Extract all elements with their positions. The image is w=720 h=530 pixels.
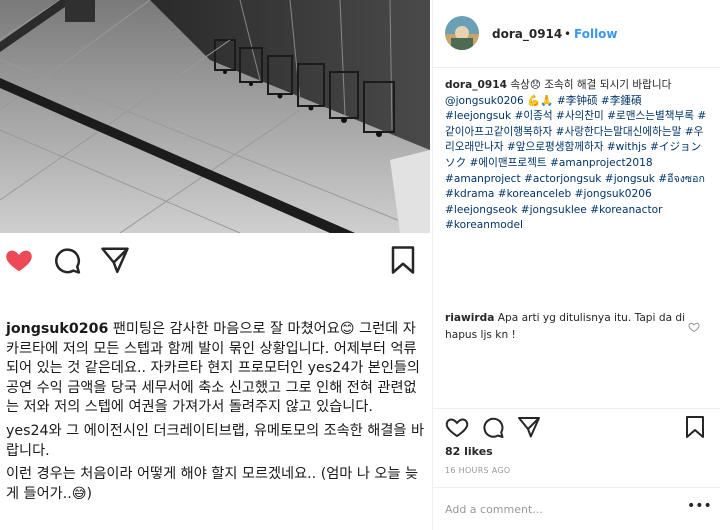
add-comment-input[interactable] bbox=[445, 500, 645, 518]
post-action-bar bbox=[0, 245, 430, 279]
post-photo[interactable] bbox=[0, 0, 430, 233]
follow-button[interactable]: Follow bbox=[574, 27, 618, 41]
post-left-panel: jongsuk0206 팬미팅은 감사한 마음으로 잘 마쳤어요😊 그런데 자카… bbox=[0, 0, 440, 530]
caption-paragraph-2: yes24와 그 에이전시인 더크레이티브랩, 유메토모의 조속한 해결을 바랍… bbox=[6, 422, 425, 459]
caption-username[interactable]: jongsuk0206 bbox=[6, 321, 108, 337]
avatar[interactable] bbox=[445, 16, 479, 50]
bookmark-icon[interactable] bbox=[388, 245, 418, 275]
speech-bubble-icon[interactable] bbox=[52, 245, 82, 275]
paper-plane-icon[interactable] bbox=[100, 245, 130, 275]
post-header: dora_0914 • Follow bbox=[433, 0, 720, 68]
speech-bubble-icon[interactable] bbox=[481, 415, 505, 439]
add-comment-bar: ••• bbox=[433, 487, 720, 530]
comment-like-heart-icon[interactable] bbox=[688, 318, 700, 333]
right-action-bar bbox=[433, 408, 720, 442]
heart-filled-icon[interactable] bbox=[4, 245, 34, 275]
airport-floor-photo bbox=[0, 0, 430, 233]
comment-list: dora_0914 속상😞 조속히 해결 되시기 바랍니다 @jongsuk02… bbox=[445, 78, 709, 234]
heart-outline-icon[interactable] bbox=[445, 415, 469, 439]
comment-username[interactable]: dora_0914 bbox=[445, 79, 507, 91]
comment-item: riawirda Apa arti yg ditulisnya itu. Tap… bbox=[445, 310, 695, 343]
paper-plane-icon[interactable] bbox=[517, 415, 541, 439]
comment-item: dora_0914 속상😞 조속히 해결 되시기 바랍니다 @jongsuk02… bbox=[445, 78, 709, 234]
more-options-icon[interactable]: ••• bbox=[687, 498, 712, 514]
header-username[interactable]: dora_0914 bbox=[492, 27, 562, 41]
header-separator: • bbox=[564, 27, 572, 41]
comment-username[interactable]: riawirda bbox=[445, 312, 494, 324]
likes-count[interactable]: 82 likes bbox=[445, 445, 493, 458]
bookmark-icon[interactable] bbox=[683, 415, 707, 439]
post-timestamp: 16 HOURS AGO bbox=[445, 466, 511, 475]
comment-hashtags[interactable]: @jongsuk0206 💪🙏 #李钟硕 #李鍾碩 #leejongsuk #이… bbox=[445, 95, 706, 232]
post-caption: jongsuk0206 팬미팅은 감사한 마음으로 잘 마쳤어요😊 그런데 자카… bbox=[6, 320, 424, 508]
post-right-panel: dora_0914 • Follow dora_0914 속상😞 조속히 해결 … bbox=[432, 0, 720, 530]
caption-paragraph-3: 이런 경우는 처음이라 어떻게 해야 할지 모르겠네요.. (엄마 나 오늘 늦… bbox=[6, 466, 419, 502]
comment-text: 속상😞 조속히 해결 되시기 바랍니다 bbox=[510, 79, 672, 91]
